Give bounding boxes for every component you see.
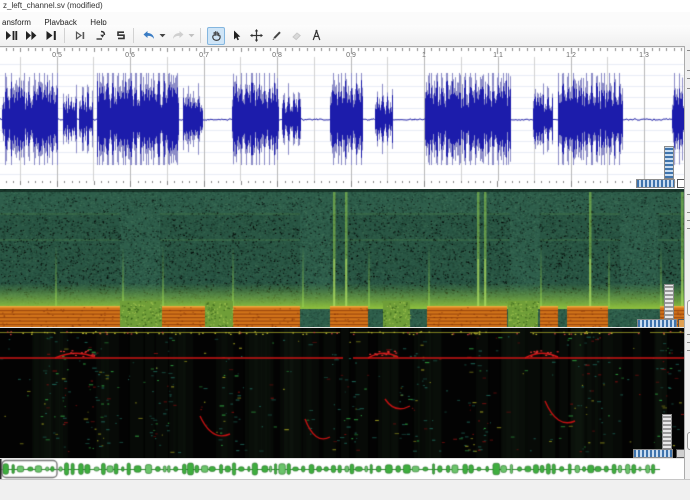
menu-bar: ansform Playback Help — [0, 12, 690, 27]
play-pause-icon — [5, 31, 17, 40]
time-tick-label: 1.3 — [639, 52, 649, 59]
status-area — [0, 479, 690, 500]
time-tick-label: 0.8 — [272, 52, 282, 59]
peaks-vzoom-wheel[interactable] — [662, 414, 672, 449]
measure-icon — [312, 29, 320, 41]
skip-to-end-button[interactable] — [42, 27, 60, 45]
tool-edit-button[interactable] — [247, 27, 265, 45]
time-tick-label: 0.5 — [52, 52, 62, 59]
toolbar-separator — [200, 28, 201, 43]
property-panel-clipped — [684, 46, 690, 479]
time-tick-label: 0.7 — [199, 52, 209, 59]
undo-menu-button[interactable] — [158, 27, 167, 45]
time-tick-label: 1.2 — [566, 52, 576, 59]
toolbar-separator — [133, 28, 134, 43]
redo-button[interactable] — [169, 27, 187, 45]
toolbar — [0, 25, 690, 47]
tool-measure-button[interactable] — [307, 27, 325, 45]
loop-icon — [96, 30, 105, 40]
play-selection-button[interactable] — [71, 27, 89, 45]
waveform-pane[interactable] — [0, 48, 686, 189]
fast-forward-icon — [25, 31, 36, 40]
chevron-down-icon — [159, 34, 166, 38]
sonic-visualiser-window: z_left_channel.sv (modified) ansform Pla… — [0, 0, 690, 500]
redo-icon — [173, 31, 184, 39]
play-pause-button[interactable] — [2, 27, 20, 45]
eraser-icon — [291, 32, 301, 41]
time-tick-label: 1.1 — [493, 52, 503, 59]
overview-panner[interactable] — [0, 459, 686, 479]
undo-icon — [143, 31, 154, 39]
hand-icon — [211, 31, 221, 41]
peak-spectrogram-pane[interactable] — [0, 328, 686, 458]
title-bar: z_left_channel.sv (modified) — [0, 0, 690, 12]
time-tick-label: 0.9 — [346, 52, 356, 59]
cursor-arrow-icon — [233, 30, 240, 41]
undo-button[interactable] — [140, 27, 158, 45]
toolbar-separator — [64, 28, 65, 43]
pane-stack: 0.5 0.6 0.7 0.8 0.9 1 1.1 1.2 1.3 — [0, 46, 687, 480]
skip-to-end-icon — [46, 31, 56, 40]
tool-select-button[interactable] — [227, 27, 245, 45]
move-cross-icon — [249, 29, 263, 42]
spectrogram-pane[interactable] — [0, 189, 686, 327]
time-tick-label: 1 — [422, 52, 426, 59]
spectrogram-vzoom-wheel[interactable] — [664, 284, 674, 319]
chevron-down-icon — [188, 34, 195, 38]
solo-button[interactable] — [111, 27, 129, 45]
fast-forward-button[interactable] — [22, 27, 40, 45]
redo-menu-button[interactable] — [187, 27, 196, 45]
pencil-icon — [272, 31, 281, 40]
waveform-hzoom-wheel[interactable] — [636, 179, 675, 188]
peaks-hzoom-wheel[interactable] — [633, 449, 673, 458]
solo-icon — [116, 31, 125, 40]
tool-draw-button[interactable] — [267, 27, 285, 45]
loop-button[interactable] — [91, 27, 109, 45]
time-tick-label: 0.6 — [125, 52, 135, 59]
tool-erase-button[interactable] — [287, 27, 305, 45]
play-selection-icon — [75, 31, 84, 40]
waveform-vzoom-wheel[interactable] — [664, 146, 674, 179]
window-title: z_left_channel.sv (modified) — [3, 1, 103, 10]
tool-navigate-button[interactable] — [207, 26, 225, 45]
